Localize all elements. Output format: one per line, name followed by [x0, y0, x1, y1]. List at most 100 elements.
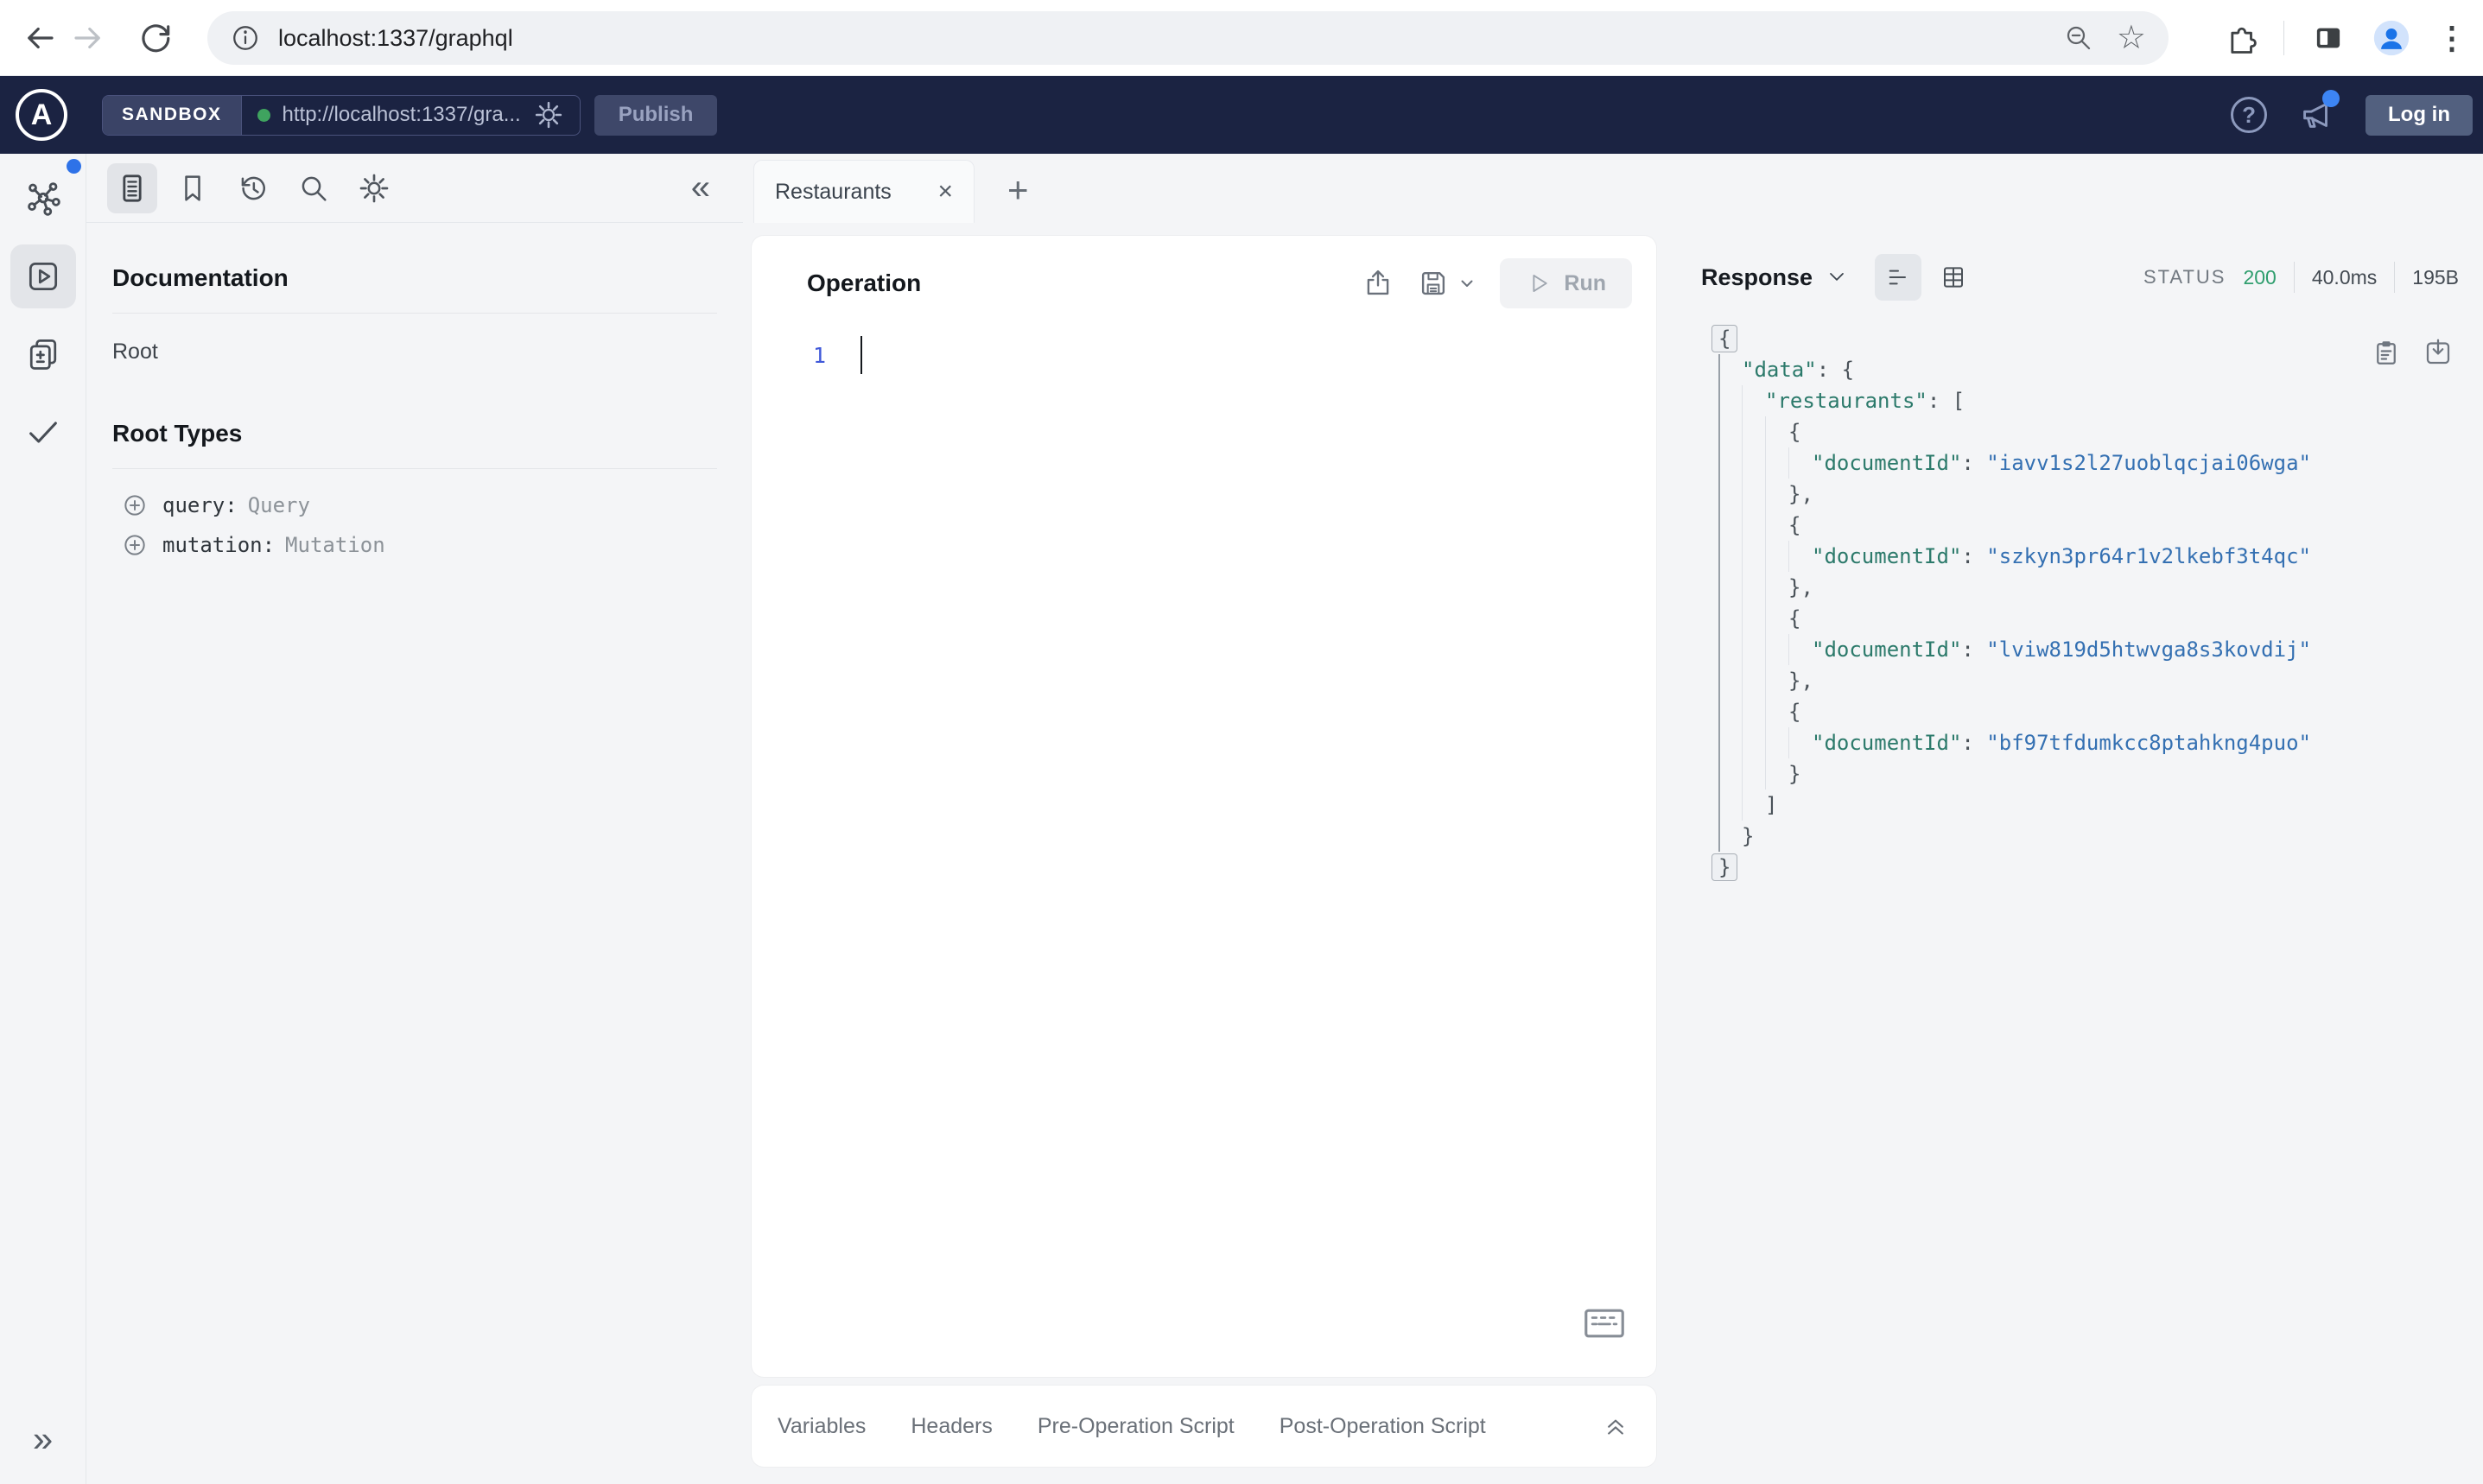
docs-tab-documentation[interactable]: [107, 162, 157, 213]
documentation-panel: « Documentation Root Root Types query: Qu…: [86, 154, 743, 1484]
rail-item-checks[interactable]: [10, 400, 76, 464]
announcements-button[interactable]: [2296, 90, 2340, 135]
expand-panel-chevrons-icon[interactable]: [1601, 1411, 1630, 1441]
endpoint-url-text[interactable]: http://localhost:1337/gra...: [283, 103, 521, 127]
plus-circle-icon[interactable]: [121, 531, 149, 559]
browser-reload-button[interactable]: [131, 14, 180, 62]
rail-item-schema-graph[interactable]: [10, 167, 76, 231]
apollo-logo[interactable]: A: [16, 89, 67, 141]
rail-item-explorer[interactable]: [10, 244, 76, 308]
checkmark-icon: [29, 422, 57, 443]
tab-variables[interactable]: Variables: [778, 1414, 866, 1439]
endpoint-url-field[interactable]: http://localhost:1337/gra...: [242, 96, 580, 135]
type-field-label: query:: [162, 493, 238, 517]
json-line: "documentId": "lviw819d5htwvga8s3kovdij": [1718, 634, 2459, 665]
rail-notification-dot: [67, 159, 81, 174]
url-text[interactable]: localhost:1337/graphql: [278, 25, 2041, 52]
json-line: {: [1711, 323, 2459, 354]
explorer-play-icon: [29, 262, 57, 291]
plus-circle-icon[interactable]: [121, 491, 149, 519]
operation-tab-label[interactable]: Restaurants: [775, 180, 920, 205]
json-line: {: [1718, 696, 2459, 727]
json-line: ]: [1718, 790, 2459, 821]
fold-marker[interactable]: }: [1711, 853, 1738, 881]
supergraph-icon: [27, 182, 60, 216]
back-arrow-icon: [28, 27, 54, 48]
chevron-down-icon[interactable]: [1457, 273, 1477, 294]
collapse-docs-panel-button[interactable]: «: [691, 168, 722, 207]
left-icon-rail: »: [0, 154, 86, 1484]
tab-pre-operation-script[interactable]: Pre-Operation Script: [1038, 1414, 1235, 1439]
operation-column: Restaurants × + Operation Run 1 Variable…: [743, 154, 1663, 1484]
tab-headers[interactable]: Headers: [911, 1414, 993, 1439]
divider: [2394, 262, 2396, 293]
bookmark-star-icon[interactable]: ☆: [2117, 22, 2146, 54]
search-icon: [302, 176, 327, 201]
type-name-link[interactable]: Query: [248, 493, 310, 517]
tab-post-operation-script[interactable]: Post-Operation Script: [1280, 1414, 1486, 1439]
zoom-out-icon[interactable]: [2063, 22, 2094, 54]
json-line: },: [1718, 479, 2459, 510]
status-label: STATUS: [2143, 266, 2226, 288]
connection-status-dot: [257, 108, 270, 122]
fold-marker[interactable]: {: [1711, 325, 1738, 352]
browser-forward-button[interactable]: [64, 14, 112, 62]
type-field-label: mutation:: [162, 533, 276, 557]
json-line: {: [1718, 416, 2459, 447]
response-title: Response: [1701, 263, 1813, 290]
docs-root-link[interactable]: Root: [112, 339, 717, 365]
login-button[interactable]: Log in: [2366, 94, 2473, 136]
operation-tab[interactable]: Restaurants ×: [753, 160, 975, 223]
divider: [2293, 262, 2295, 293]
new-tab-button[interactable]: +: [1007, 169, 1029, 211]
copy-response-icon[interactable]: [2371, 337, 2402, 368]
operation-editor[interactable]: 1: [776, 334, 1632, 376]
editor-line-number: 1: [812, 342, 826, 368]
download-response-icon[interactable]: [2423, 337, 2454, 368]
divider: [112, 313, 717, 314]
help-icon[interactable]: ?: [2231, 97, 2268, 133]
site-info-icon[interactable]: [230, 22, 261, 54]
run-button[interactable]: Run: [1500, 258, 1632, 308]
response-view-table-button[interactable]: [1930, 254, 1977, 301]
json-line: },: [1718, 572, 2459, 603]
extensions-puzzle-icon[interactable]: [2223, 21, 2258, 55]
docs-tab-search[interactable]: [289, 163, 339, 213]
toolbar-divider: [2283, 21, 2284, 55]
json-line: "restaurants": [: [1718, 385, 2459, 416]
rail-item-changelog[interactable]: [10, 322, 76, 386]
publish-button[interactable]: Publish: [594, 94, 718, 136]
table-view-icon: [1944, 267, 1964, 288]
forward-arrow-icon: [74, 27, 100, 48]
docs-tab-bookmarks[interactable]: [168, 163, 218, 213]
side-panel-icon[interactable]: [2310, 20, 2346, 56]
docs-tab-settings[interactable]: [349, 163, 399, 213]
response-size: 195B: [2412, 265, 2459, 289]
response-duration: 40.0ms: [2311, 265, 2378, 289]
type-name-link[interactable]: Mutation: [285, 533, 385, 557]
docs-tab-history[interactable]: [228, 163, 278, 213]
browser-back-button[interactable]: [16, 14, 64, 62]
close-tab-icon[interactable]: ×: [937, 179, 953, 205]
expand-rail-button[interactable]: »: [0, 1418, 86, 1460]
root-type-query-row[interactable]: query: Query: [112, 491, 717, 519]
operation-footer-tabs: Variables Headers Pre-Operation Script P…: [752, 1386, 1656, 1467]
profile-avatar[interactable]: [2372, 19, 2410, 57]
play-icon: [1533, 275, 1548, 292]
json-line: }: [1718, 821, 2459, 852]
sandbox-header: A SANDBOX http://localhost:1337/gra... P…: [0, 76, 2483, 154]
keyboard-shortcuts-icon[interactable]: [1584, 1308, 1625, 1339]
json-line: }: [1711, 852, 2459, 883]
browser-menu-icon[interactable]: ⋮: [2436, 20, 2467, 56]
response-view-json-button[interactable]: [1875, 254, 1922, 301]
save-operation-button[interactable]: [1417, 267, 1477, 300]
response-dropdown-chevron-icon[interactable]: [1825, 265, 1849, 289]
connection-settings-gear-icon[interactable]: [533, 99, 564, 130]
share-operation-icon[interactable]: [1362, 267, 1394, 300]
response-json[interactable]: {"data": {"restaurants": [{"documentId":…: [1701, 323, 2459, 883]
browser-address-bar[interactable]: localhost:1337/graphql ☆: [207, 11, 2169, 65]
operation-tab-strip: Restaurants × +: [743, 154, 1663, 223]
document-icon: [123, 174, 142, 202]
root-type-mutation-row[interactable]: mutation: Mutation: [112, 531, 717, 559]
operation-editor-card: Operation Run 1: [752, 236, 1656, 1377]
